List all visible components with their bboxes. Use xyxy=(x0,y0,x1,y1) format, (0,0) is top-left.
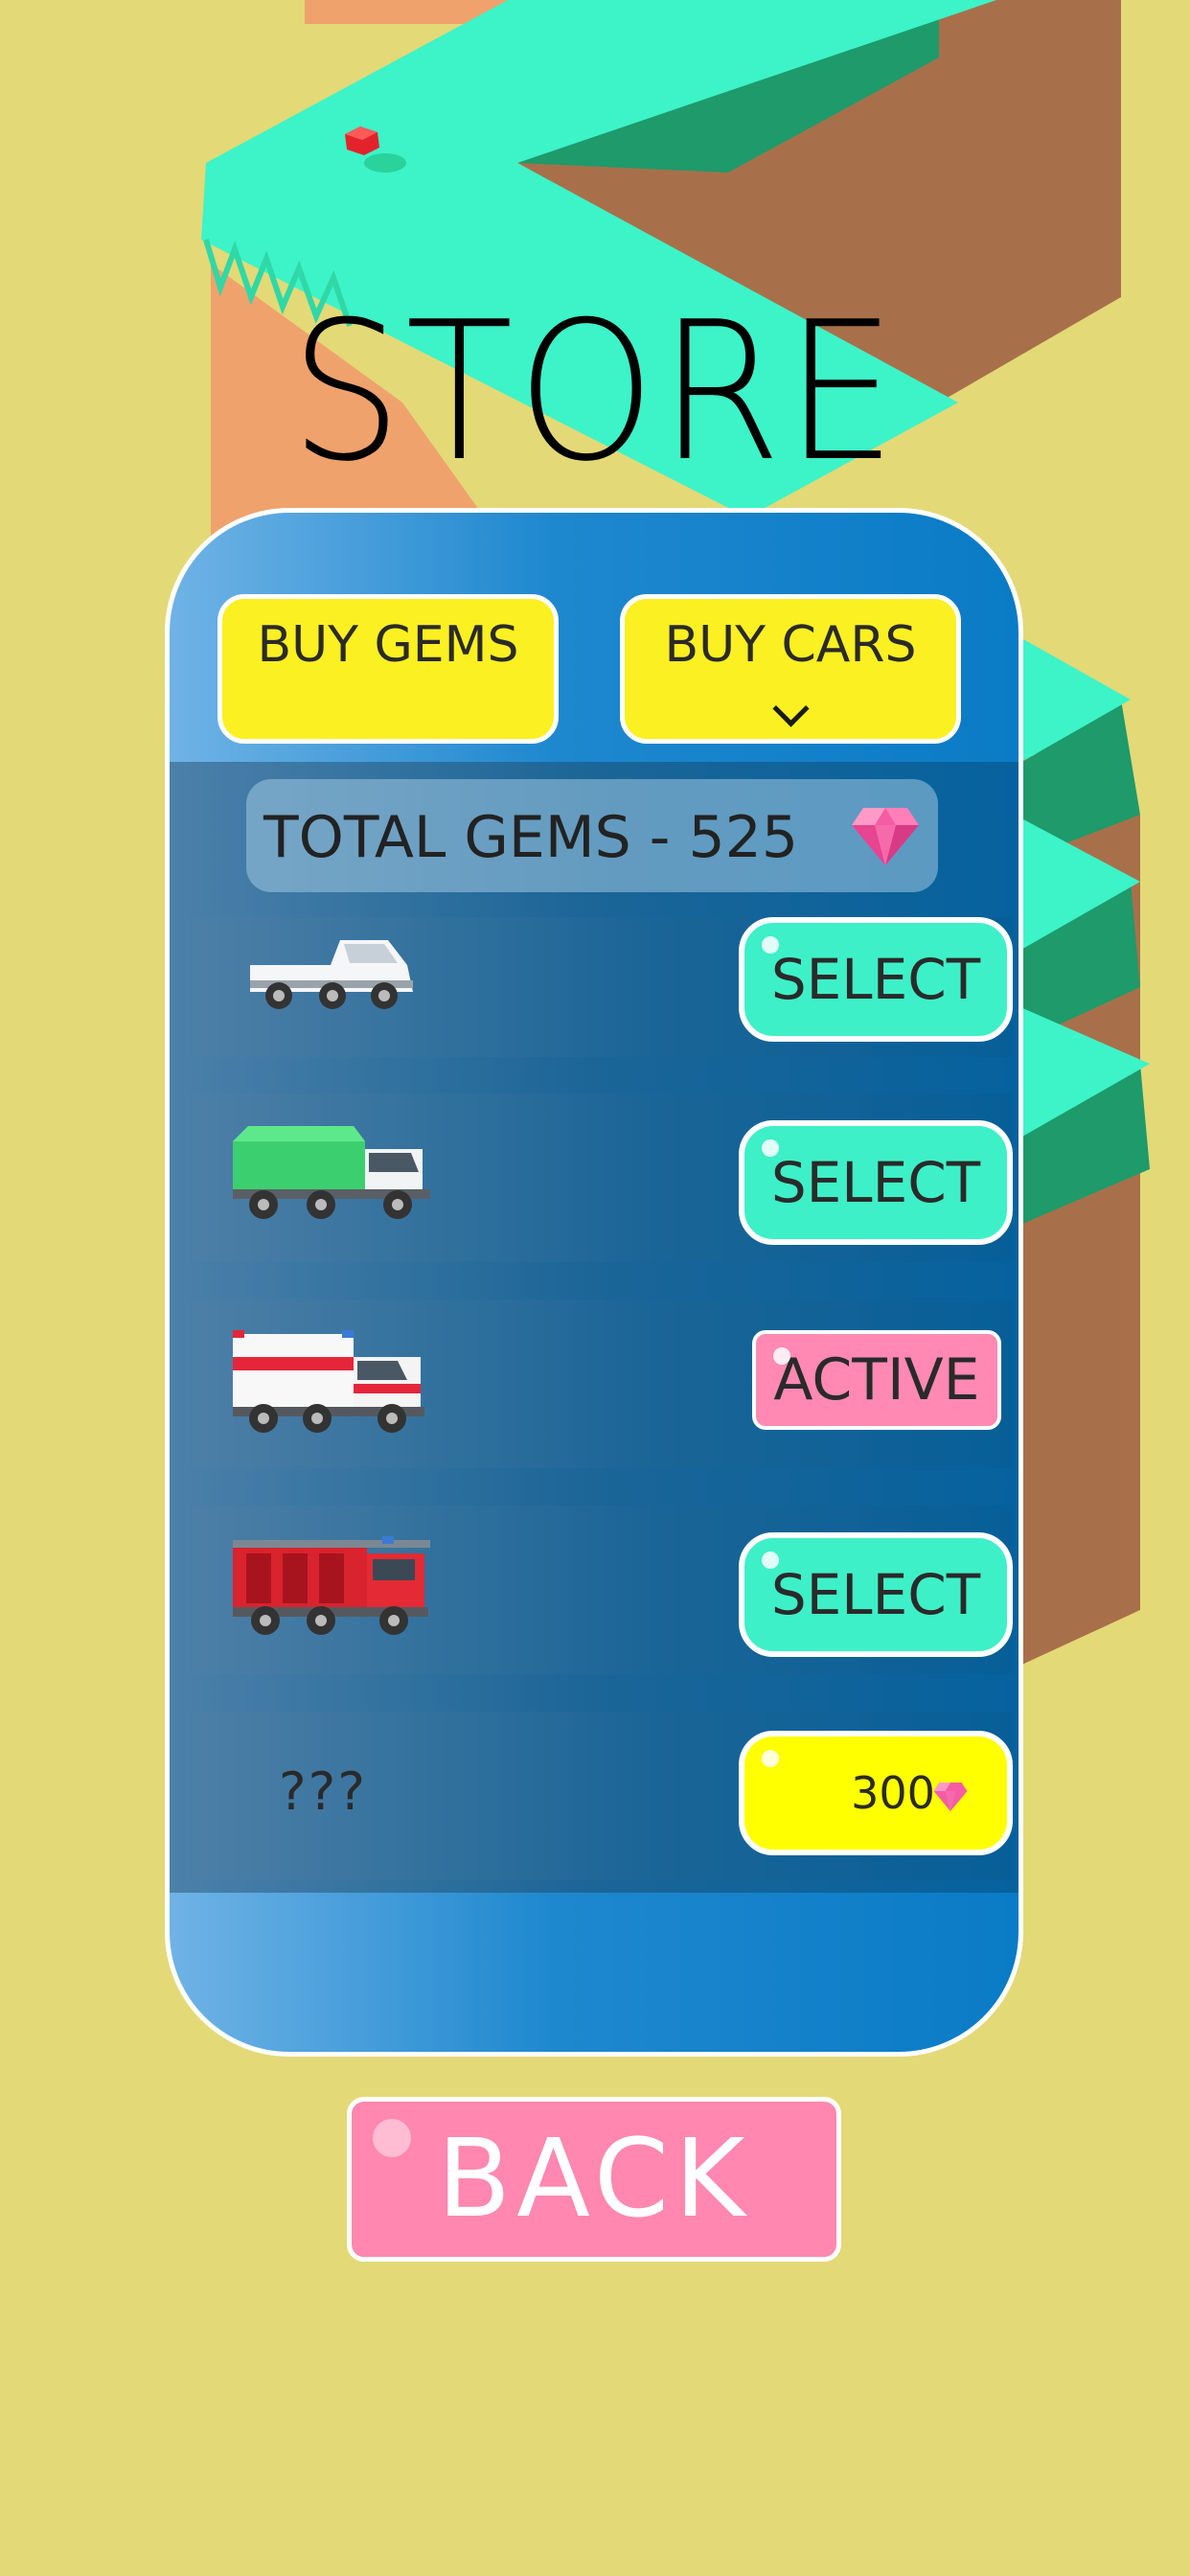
store-panel: BUY GEMS BUY CARS TOTAL GEMS - 525 SELEC… xyxy=(165,508,1023,2057)
tab-buy-gems-label: BUY GEMS xyxy=(257,616,519,674)
chevron-down-icon xyxy=(772,690,810,727)
tab-buy-cars[interactable]: BUY CARS xyxy=(620,594,961,744)
select-button-label: SELECT xyxy=(770,1562,981,1627)
car-row-fire-truck: SELECT xyxy=(193,1506,1013,1674)
page-title: STORE xyxy=(289,281,901,504)
button-shine xyxy=(762,1139,779,1157)
car-price: 300 xyxy=(851,1767,935,1819)
pickup-truck-icon xyxy=(250,940,413,1009)
car-row-ambulance: ACTIVE xyxy=(193,1300,1013,1468)
gem-icon xyxy=(852,808,919,865)
buy-car-button[interactable]: 300 xyxy=(739,1731,1013,1855)
back-button[interactable]: BACK xyxy=(347,2097,841,2262)
active-button-label: ACTIVE xyxy=(773,1346,980,1414)
button-shine xyxy=(773,1347,790,1365)
select-button[interactable]: SELECT xyxy=(739,1532,1013,1657)
car-row-garbage-truck: SELECT xyxy=(193,1093,1013,1262)
total-gems-label: TOTAL GEMS - 525 xyxy=(263,804,798,871)
button-shine xyxy=(762,1750,779,1767)
car-row-locked: ??? 300 xyxy=(193,1712,1013,1880)
button-shine xyxy=(373,2119,411,2157)
gem-icon xyxy=(933,1782,968,1811)
ambulance-icon xyxy=(233,1330,424,1433)
select-button[interactable]: SELECT xyxy=(739,917,1013,1042)
car-row-pickup: SELECT xyxy=(193,917,1013,1057)
fire-truck-icon xyxy=(233,1536,430,1635)
active-button[interactable]: ACTIVE xyxy=(752,1330,1001,1430)
tab-buy-cars-label: BUY CARS xyxy=(664,616,917,674)
total-gems-display: TOTAL GEMS - 525 xyxy=(246,779,938,892)
select-button[interactable]: SELECT xyxy=(739,1120,1013,1245)
select-button-label: SELECT xyxy=(770,1150,981,1215)
button-shine xyxy=(762,1552,779,1569)
button-shine xyxy=(762,936,779,954)
select-button-label: SELECT xyxy=(770,947,981,1012)
back-button-label: BACK xyxy=(437,2117,751,2242)
locked-car-name: ??? xyxy=(279,1761,367,1822)
garbage-truck-icon xyxy=(233,1126,430,1219)
tab-buy-gems[interactable]: BUY GEMS xyxy=(217,594,559,744)
